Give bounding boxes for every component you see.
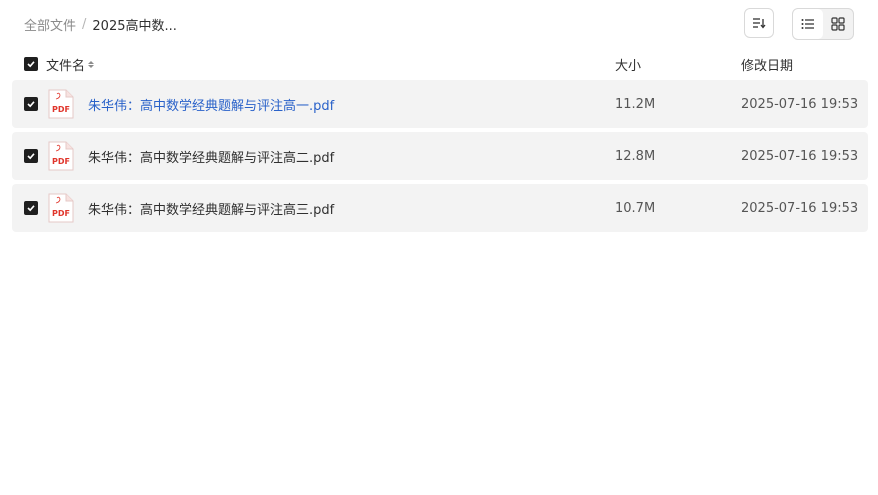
breadcrumb-root-link[interactable]: 全部文件 xyxy=(24,15,76,34)
row-checkbox[interactable] xyxy=(24,184,38,232)
sort-button[interactable] xyxy=(744,8,774,38)
breadcrumb: 全部文件 / 2025高中数... xyxy=(24,14,177,34)
file-modified-date: 2025-07-16 19:53 xyxy=(741,200,859,216)
checkmark-icon xyxy=(27,153,35,160)
pdf-label: PDF xyxy=(52,209,70,218)
file-size: 12.8M xyxy=(615,148,656,164)
table-header: 文件名 大小 修改日期 xyxy=(12,52,868,76)
select-all-checkbox[interactable] xyxy=(24,52,38,76)
file-name-link[interactable]: 朱华伟：高中数学经典题解与评注高三.pdf xyxy=(88,184,334,232)
list-view-icon xyxy=(801,19,814,29)
checkmark-icon xyxy=(27,205,35,212)
file-size: 11.2M xyxy=(615,96,656,112)
file-modified-date: 2025-07-16 19:53 xyxy=(741,96,859,112)
grid-view-icon xyxy=(831,17,845,31)
file-name[interactable]: 朱华伟：高中数学经典题解与评注高一.pdf xyxy=(88,95,334,114)
view-mode-toggle xyxy=(792,8,854,40)
row-checkbox[interactable] xyxy=(24,80,38,128)
column-header-size: 大小 xyxy=(615,58,642,74)
column-header-modified: 修改日期 xyxy=(741,58,794,74)
column-header-name-label: 文件名 xyxy=(46,58,86,74)
file-name-link[interactable]: 朱华伟：高中数学经典题解与评注高二.pdf xyxy=(88,132,334,180)
pdf-file-icon: PDF xyxy=(48,184,74,232)
table-row[interactable]: PDF 朱华伟：高中数学经典题解与评注高一.pdf 11.2M 2025-07-… xyxy=(12,80,868,128)
sort-toggle-icon xyxy=(88,60,95,68)
checkmark-icon xyxy=(27,101,35,108)
file-browser: 全部文件 / 2025高中数... 文件名 大小 修改日期 PDF 朱华伟：高中… xyxy=(0,0,878,495)
pdf-file-icon: PDF xyxy=(48,80,74,128)
breadcrumb-separator: / xyxy=(82,16,87,32)
file-name-link[interactable]: 朱华伟：高中数学经典题解与评注高一.pdf xyxy=(88,80,334,128)
breadcrumb-current-folder: 2025高中数... xyxy=(92,18,177,34)
file-modified-date: 2025-07-16 19:53 xyxy=(741,148,859,164)
file-name[interactable]: 朱华伟：高中数学经典题解与评注高二.pdf xyxy=(88,147,334,166)
list-view-button[interactable] xyxy=(793,9,823,39)
table-row[interactable]: PDF 朱华伟：高中数学经典题解与评注高三.pdf 10.7M 2025-07-… xyxy=(12,184,868,232)
pdf-file-icon: PDF xyxy=(48,132,74,180)
table-row[interactable]: PDF 朱华伟：高中数学经典题解与评注高二.pdf 12.8M 2025-07-… xyxy=(12,132,868,180)
pdf-label: PDF xyxy=(52,157,70,166)
column-header-name[interactable]: 文件名 xyxy=(46,52,95,76)
file-name[interactable]: 朱华伟：高中数学经典题解与评注高三.pdf xyxy=(88,199,334,218)
row-checkbox[interactable] xyxy=(24,132,38,180)
pdf-label: PDF xyxy=(52,105,70,114)
grid-view-button[interactable] xyxy=(823,9,853,39)
checkmark-icon xyxy=(27,61,35,68)
file-size: 10.7M xyxy=(615,200,656,216)
sort-icon xyxy=(753,18,766,29)
